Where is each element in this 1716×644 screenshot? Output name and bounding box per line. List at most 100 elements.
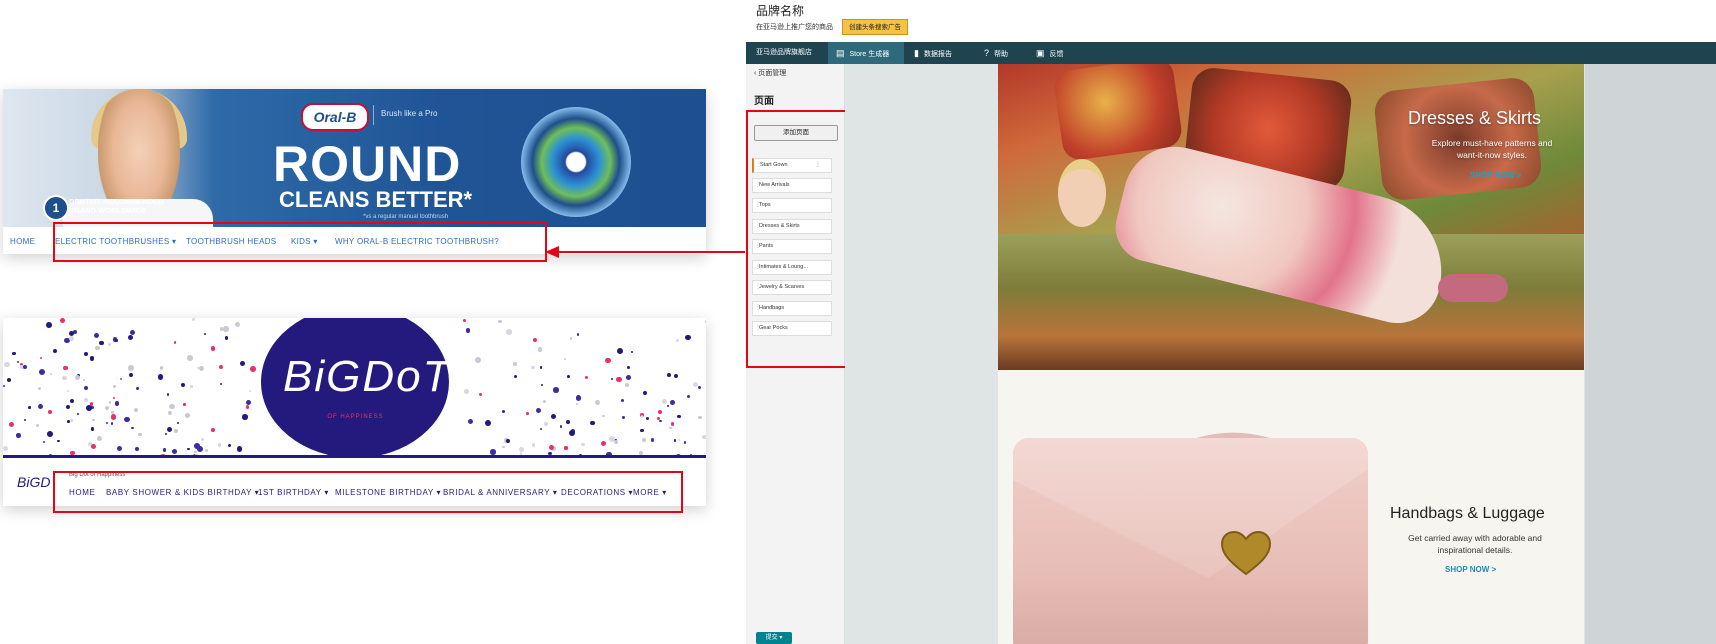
confetti-dot (697, 385, 702, 390)
confetti-dot (7, 378, 11, 382)
confetti-dot (609, 436, 615, 442)
confetti-dot (602, 414, 605, 417)
confetti-dot (563, 357, 566, 360)
confetti-dot (53, 348, 58, 353)
confetti-dot (642, 391, 647, 396)
confetti-dot (131, 426, 134, 430)
confetti-dot (115, 338, 119, 342)
confetti-dot (113, 384, 117, 388)
confetti-dot (190, 385, 193, 388)
confetti-dot (686, 394, 691, 399)
confetti-dot (84, 385, 89, 390)
confetti-dot (181, 383, 186, 388)
oralb-small-print: *vs a regular manual toothbrush (363, 214, 449, 220)
confetti-dot (539, 366, 543, 369)
confetti-dot (16, 433, 21, 438)
confetti-dot (506, 438, 511, 443)
confetti-dot (16, 360, 19, 363)
store-preview-side-panel (1585, 64, 1716, 644)
confetti-dot (84, 351, 89, 356)
confetti-dot (590, 421, 595, 426)
confetti-dot (210, 346, 216, 352)
handbags-shop-now-link[interactable]: SHOP NOW > (1445, 565, 1496, 574)
confetti-dot (47, 431, 54, 437)
help-icon: ? (984, 48, 990, 58)
confetti-dot (8, 422, 14, 428)
oralb-headline: ROUND (273, 136, 462, 192)
submit-button[interactable]: 提交 ▾ (756, 632, 792, 644)
tab-amazon-stores[interactable]: 亚马逊品牌旗舰店 (756, 42, 812, 64)
confetti-dot (199, 365, 205, 371)
tab-feedback[interactable]: ▣ 反馈 (1036, 42, 1064, 64)
dresses-hero-description: Explore must-have patterns and want-it-n… (1431, 138, 1553, 160)
tab-store-builder[interactable]: ▤ Store 生成器 (836, 42, 889, 64)
tab-reports[interactable]: ▮ 数据报告 (914, 42, 952, 64)
confetti-dot (119, 377, 123, 381)
confetti-dot (74, 374, 80, 381)
confetti-dot (640, 414, 644, 418)
confetti-dot (135, 386, 140, 390)
dresses-shop-now-link[interactable]: SHOP NOW > (1470, 171, 1521, 180)
confetti-dot (683, 441, 687, 444)
confetti-dot (95, 345, 100, 351)
confetti-dot (109, 401, 112, 404)
confetti-dot (46, 322, 52, 328)
confetti-dot (192, 318, 195, 321)
confetti-dot (611, 377, 614, 380)
confetti-dot (48, 410, 52, 414)
confetti-dot (566, 420, 570, 424)
confetti-dot (698, 415, 702, 420)
page-manager-back-link[interactable]: ‹ 页面管理 (754, 68, 786, 78)
confetti-dot (203, 332, 207, 336)
toothbrush-head-icon (521, 107, 631, 217)
confetti-dot (92, 418, 95, 421)
confetti-dot (63, 365, 68, 371)
confetti-dot (625, 375, 631, 381)
confetti-dot (584, 375, 589, 380)
confetti-dot (172, 448, 177, 454)
confetti-dot (531, 443, 536, 447)
confetti-dot (239, 361, 245, 367)
confetti-dot (70, 419, 73, 422)
tab-label: 帮助 (994, 51, 1009, 58)
confetti-dot (640, 428, 644, 433)
confetti-dot (537, 346, 543, 352)
confetti-dot (463, 319, 466, 322)
confetti-dot (544, 422, 548, 426)
oralb-tagline: Brush like a Pro (381, 109, 438, 118)
handbags-hero-title: Handbags & Luggage (1390, 505, 1545, 522)
confetti-dot (127, 335, 134, 341)
hero-model-head (1058, 159, 1106, 227)
confetti-dot (577, 333, 580, 336)
oralb-nav-home[interactable]: HOME (10, 237, 35, 246)
confetti-dot (90, 427, 94, 431)
confetti-dot (669, 427, 672, 430)
tab-help[interactable]: ? 帮助 (984, 42, 1008, 64)
bigdot-mini-logo[interactable]: BiGD (17, 474, 50, 490)
create-headline-ad-button[interactable]: 创建头条搜索广告 (842, 19, 908, 35)
tab-label: 数据报告 (923, 51, 952, 58)
tab-label: 亚马逊品牌旗舰店 (756, 49, 812, 56)
confetti-dot (166, 426, 173, 433)
confetti-dot (532, 337, 537, 342)
confetti-dot (505, 329, 512, 335)
confetti-dot (478, 393, 482, 396)
confetti-dot (173, 340, 177, 344)
confetti-dot (670, 400, 675, 405)
pages-section-title: 页面 (754, 96, 774, 107)
confetti-dot (197, 366, 200, 370)
confetti-dot (93, 333, 99, 339)
confetti-dot (490, 448, 497, 455)
confetti-dot (168, 410, 173, 415)
confetti-dot (540, 383, 543, 386)
confetti-dot (124, 416, 130, 422)
confetti-dot (162, 448, 167, 452)
confetti-dot (498, 320, 502, 324)
confetti-dot (66, 389, 69, 392)
confetti-dot (69, 399, 74, 404)
confetti-dot (219, 327, 224, 331)
confetti-dot (83, 397, 88, 402)
page-list-highlight-box (746, 110, 860, 368)
confetti-dot (616, 376, 622, 382)
handbags-hero-description: Get carried away with adorable and inspi… (1408, 533, 1542, 555)
